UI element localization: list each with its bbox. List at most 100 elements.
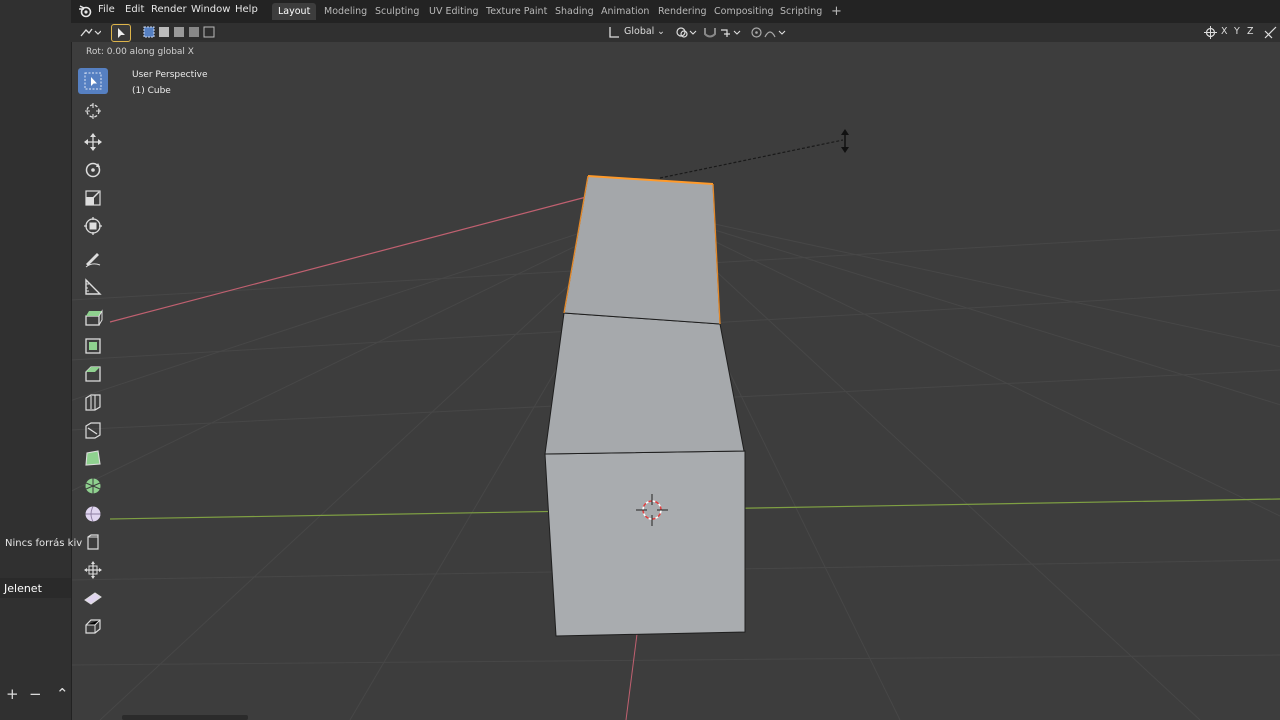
add-scene-button[interactable]: + bbox=[6, 684, 19, 704]
viewport-3d[interactable] bbox=[71, 42, 1280, 720]
move-up-button[interactable]: ⌃ bbox=[56, 684, 69, 704]
tool-rotate[interactable] bbox=[78, 157, 108, 183]
tool-knife[interactable] bbox=[78, 417, 108, 443]
snap-magnet-icon[interactable] bbox=[703, 26, 717, 39]
poly-build-icon bbox=[85, 450, 101, 466]
viewport-header: Global ⌄ X Y Z bbox=[71, 23, 1280, 42]
shear-icon bbox=[84, 592, 102, 605]
move-icon bbox=[84, 133, 102, 151]
cube-mesh[interactable] bbox=[544, 175, 746, 637]
transform-orientation-icon bbox=[609, 27, 619, 38]
tool-transform[interactable] bbox=[78, 213, 108, 239]
editor-type-icon[interactable] bbox=[79, 26, 101, 39]
tool-annotate[interactable] bbox=[78, 246, 108, 272]
middle-face bbox=[544, 312, 745, 455]
blender-logo-icon[interactable] bbox=[78, 4, 92, 18]
remove-scene-button[interactable]: − bbox=[29, 684, 42, 704]
tool-measure[interactable] bbox=[78, 274, 108, 300]
transform-icon bbox=[84, 217, 102, 235]
top-menu-bar: File Edit Render Window Help Layout Mode… bbox=[71, 0, 1280, 23]
tool-extrude-region[interactable] bbox=[78, 305, 108, 331]
rip-region-icon bbox=[85, 619, 101, 634]
chevron-down-icon[interactable]: ⌄ bbox=[657, 26, 665, 37]
proportional-edit-icon[interactable] bbox=[750, 26, 763, 39]
tab-rendering[interactable]: Rendering bbox=[652, 3, 713, 20]
smooth-sphere-icon bbox=[85, 506, 101, 522]
scene-label[interactable]: Jelenet bbox=[4, 582, 42, 595]
rotate-cursor-icon bbox=[841, 129, 849, 153]
axis-y-toggle[interactable]: Y bbox=[1234, 26, 1240, 37]
tab-uv-editing[interactable]: UV Editing bbox=[423, 3, 485, 20]
menu-window[interactable]: Window bbox=[191, 4, 230, 15]
tool-shear[interactable] bbox=[78, 585, 108, 611]
menu-help[interactable]: Help bbox=[235, 4, 258, 15]
arrow-cursor-icon bbox=[118, 28, 125, 38]
tab-modeling[interactable]: Modeling bbox=[318, 3, 373, 20]
pivot-point-icon[interactable] bbox=[675, 26, 697, 39]
tool-poly-build[interactable] bbox=[78, 445, 108, 471]
select-tool-button[interactable] bbox=[111, 24, 131, 42]
annotate-pencil-icon bbox=[85, 253, 101, 268]
tab-scripting[interactable]: Scripting bbox=[774, 3, 828, 20]
tab-compositing[interactable]: Compositing bbox=[708, 3, 780, 20]
select-intersect-icon[interactable] bbox=[203, 26, 215, 38]
tool-scale[interactable] bbox=[78, 185, 108, 211]
viewport-view-name: User Perspective bbox=[132, 70, 208, 80]
operator-status: Rot: 0.00 along global X bbox=[86, 47, 194, 57]
tool-smooth[interactable] bbox=[78, 501, 108, 527]
select-extend-icon[interactable] bbox=[158, 26, 170, 38]
select-new-icon[interactable] bbox=[143, 26, 155, 38]
tab-layout[interactable]: Layout bbox=[272, 3, 317, 20]
tab-animation[interactable]: Animation bbox=[595, 3, 655, 20]
x-axis-line bbox=[109, 195, 591, 323]
rotate-icon bbox=[85, 162, 101, 178]
add-workspace-button[interactable]: + bbox=[825, 3, 848, 20]
tool-loop-cut[interactable] bbox=[78, 389, 108, 415]
select-mode-group bbox=[141, 24, 217, 40]
select-subtract-icon[interactable] bbox=[173, 26, 185, 38]
knife-icon bbox=[85, 422, 101, 439]
mesh-options-icon[interactable] bbox=[1264, 26, 1277, 39]
loop-cut-icon bbox=[85, 394, 101, 411]
tool-spin[interactable] bbox=[78, 473, 108, 499]
tab-sculpting[interactable]: Sculpting bbox=[369, 3, 425, 20]
snap-target-icon[interactable] bbox=[719, 26, 743, 39]
tool-edge-slide[interactable] bbox=[78, 529, 108, 555]
scene-controls: + − ⌃ bbox=[0, 684, 71, 704]
viewport-object-name: (1) Cube bbox=[132, 86, 171, 96]
select-invert-icon[interactable] bbox=[188, 26, 200, 38]
rotation-guide-line bbox=[659, 139, 844, 179]
select-box-icon bbox=[84, 72, 102, 90]
scale-icon bbox=[85, 190, 101, 206]
extrude-icon bbox=[85, 309, 103, 326]
bevel-icon bbox=[85, 366, 101, 382]
tab-shading[interactable]: Shading bbox=[549, 3, 600, 20]
axis-x-toggle[interactable]: X bbox=[1221, 26, 1228, 37]
tool-cursor[interactable] bbox=[78, 98, 108, 124]
falloff-curve-icon[interactable] bbox=[764, 26, 788, 39]
left-panel: Nincs forrás kiv Jelenet + − ⌃ bbox=[0, 0, 82, 720]
source-text: Nincs forrás kiv bbox=[5, 538, 83, 549]
tool-rip-region[interactable] bbox=[78, 613, 108, 639]
gizmo-toggle-icon[interactable] bbox=[1204, 26, 1217, 39]
shrink-fatten-icon bbox=[84, 561, 102, 579]
scrollbar[interactable] bbox=[122, 715, 248, 720]
lower-face bbox=[544, 450, 746, 637]
axis-z-toggle[interactable]: Z bbox=[1247, 26, 1254, 37]
orientation-label[interactable]: Global bbox=[624, 26, 654, 37]
tool-bevel[interactable] bbox=[78, 361, 108, 387]
tool-select-box[interactable] bbox=[78, 68, 108, 94]
menu-file[interactable]: File bbox=[98, 4, 115, 15]
top-face bbox=[563, 175, 721, 325]
tool-inset-faces[interactable] bbox=[78, 333, 108, 359]
inset-icon bbox=[85, 338, 101, 354]
menu-edit[interactable]: Edit bbox=[125, 4, 144, 15]
tool-shrink-fatten[interactable] bbox=[78, 557, 108, 583]
measure-ruler-icon bbox=[85, 278, 102, 295]
menu-render[interactable]: Render bbox=[151, 4, 187, 15]
edge-slide-icon bbox=[87, 534, 99, 550]
spin-icon bbox=[85, 478, 101, 494]
cursor-icon bbox=[85, 103, 101, 119]
tool-move[interactable] bbox=[78, 129, 108, 155]
tab-texture-paint[interactable]: Texture Paint bbox=[480, 3, 553, 20]
